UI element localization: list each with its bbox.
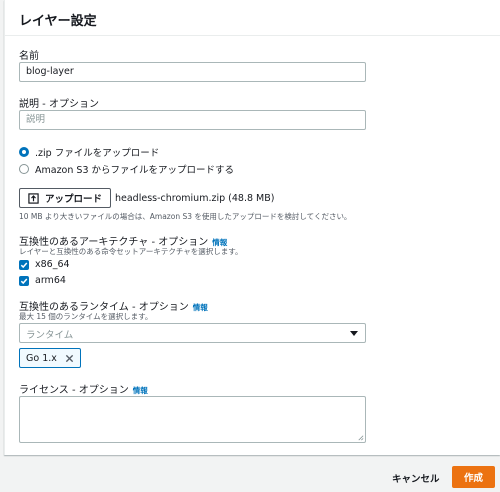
runtime-token-label: Go 1.x	[26, 352, 57, 364]
layer-settings-panel: レイヤー設定 名前 blog-layer 説明 - オプション 説明 .zip …	[4, 0, 500, 455]
resize-handle-icon[interactable]	[357, 434, 364, 441]
license-label: ライセンス - オプション 情報	[19, 381, 148, 396]
radio-option-zip[interactable]: .zip ファイルをアップロード	[19, 145, 159, 159]
runtime-select[interactable]: ランタイム	[19, 323, 366, 343]
radio-s3-label: Amazon S3 からファイルをアップロードする	[35, 165, 235, 176]
panel-title: レイヤー設定	[19, 14, 97, 29]
checkbox-x86-label: x86_64	[35, 259, 70, 270]
name-input[interactable]: blog-layer	[19, 62, 366, 82]
radio-zip-label: .zip ファイルをアップロード	[35, 148, 160, 159]
upload-file-name: headless-chromium.zip (48.8 MB)	[115, 193, 275, 204]
description-label: 説明 - オプション	[19, 99, 99, 110]
radio-zip[interactable]	[19, 147, 29, 157]
upload-hint: 10 MB より大きいファイルの場合は、Amazon S3 を使用したアップロー…	[19, 212, 352, 221]
upload-icon	[28, 192, 39, 204]
panel-header: レイヤー設定	[5, 0, 500, 36]
upload-button[interactable]: アップロード	[19, 188, 112, 208]
radio-option-s3[interactable]: Amazon S3 からファイルをアップロードする	[19, 162, 234, 176]
runtime-select-placeholder: ランタイム	[26, 330, 74, 341]
license-textarea[interactable]	[19, 396, 366, 443]
runtimes-info-link[interactable]: 情報	[193, 303, 208, 312]
name-label: 名前	[19, 51, 39, 62]
runtime-token: Go 1.x	[19, 348, 81, 368]
check-icon	[20, 261, 28, 268]
runtimes-hint: 最大 15 個のランタイムを選択します。	[19, 312, 153, 321]
upload-button-label: アップロード	[45, 194, 103, 205]
checkbox-option-x86[interactable]: x86_64	[19, 259, 70, 270]
cancel-button[interactable]: キャンセル	[392, 471, 440, 485]
radio-s3[interactable]	[19, 164, 29, 174]
checkbox-arm64-label: arm64	[35, 275, 66, 286]
check-icon	[20, 277, 28, 284]
checkbox-x86[interactable]	[19, 259, 29, 270]
chevron-down-icon	[350, 331, 358, 336]
close-icon[interactable]	[65, 354, 74, 363]
create-button[interactable]: 作成	[452, 466, 495, 488]
checkbox-option-arm64[interactable]: arm64	[19, 275, 66, 286]
architectures-hint: レイヤーと互換性のある命令セットアーキテクチャを選択します。	[19, 247, 243, 256]
description-input[interactable]: 説明	[19, 110, 366, 130]
checkbox-arm64[interactable]	[19, 275, 29, 286]
license-info-link[interactable]: 情報	[133, 386, 148, 395]
license-label-text: ライセンス - オプション	[19, 385, 129, 396]
